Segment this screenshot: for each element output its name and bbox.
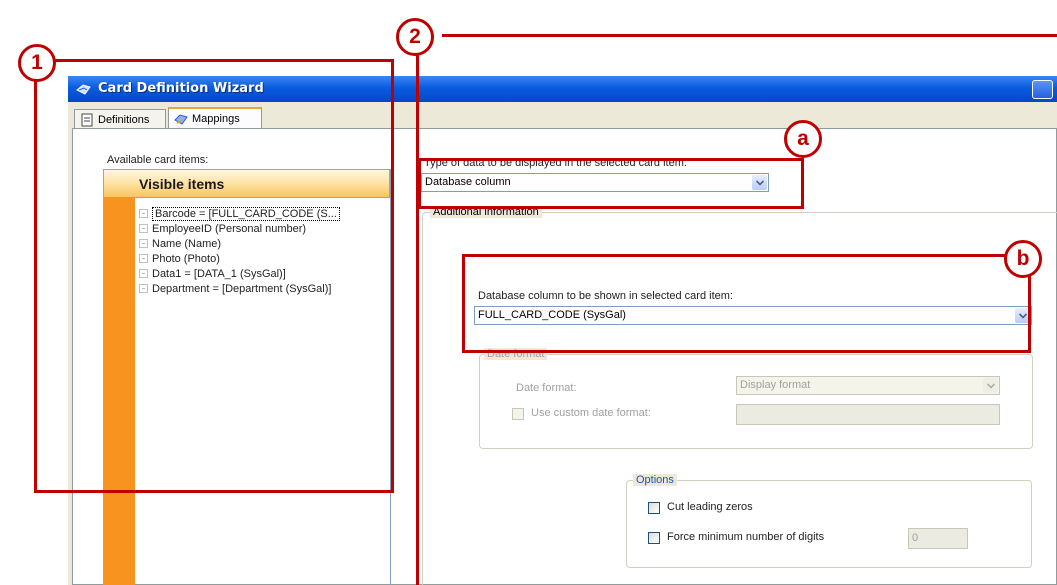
custom-date-checkbox[interactable]: [512, 408, 524, 420]
chevron-down-icon[interactable]: [983, 378, 998, 393]
options-legend: Options: [633, 474, 677, 486]
cut-leading-zeros-checkbox[interactable]: [648, 502, 660, 514]
callout-a: a: [784, 120, 822, 158]
annotation-line-2-vertical: [416, 40, 419, 585]
callout-2: 2: [396, 18, 434, 56]
custom-date-label: Use custom date format:: [531, 407, 651, 419]
callout-1: 1: [18, 44, 56, 82]
cut-leading-zeros-label: Cut leading zeros: [667, 501, 753, 513]
custom-date-input[interactable]: [736, 404, 1000, 425]
annotation-line-2-horizontal: [442, 34, 1057, 37]
date-format-group: [479, 354, 1033, 449]
date-format-value: Display format: [740, 379, 811, 391]
callout-b: b: [1004, 240, 1042, 278]
annotation-box-a: [418, 158, 804, 209]
date-format-label: Date format:: [516, 382, 577, 394]
minimize-button[interactable]: [1032, 80, 1053, 99]
force-min-digits-label: Force minimum number of digits: [667, 531, 825, 543]
annotation-box-1: [34, 59, 394, 493]
options-group: [626, 480, 1032, 568]
annotation-box-b: [462, 254, 1031, 353]
force-min-digits-checkbox[interactable]: [648, 532, 660, 544]
date-format-dropdown[interactable]: Display format: [736, 376, 1000, 395]
min-digits-input[interactable]: 0: [908, 528, 968, 549]
